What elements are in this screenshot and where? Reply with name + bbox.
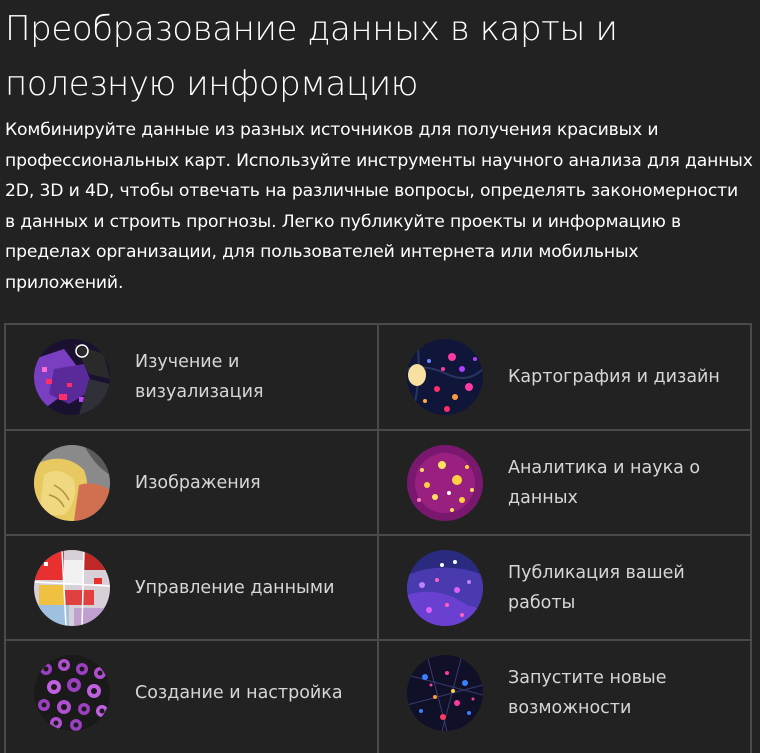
capability-tile-publishing[interactable]: Публикация вашей работы	[379, 536, 750, 640]
capabilities-grid: Изучение и визуализация Картография и ди…	[4, 323, 752, 753]
capability-tile-new-capabilities[interactable]: Запустите новые возможности	[379, 641, 750, 745]
page-description: Комбинируйте данные из разных источников…	[5, 120, 753, 293]
publishing-image	[407, 550, 483, 626]
cartography-design-image	[407, 339, 483, 415]
analytics-data-science-image	[407, 445, 483, 521]
capability-label: Изображения	[135, 473, 261, 493]
new-capabilities-image	[407, 655, 483, 731]
capability-label: Аналитика и наука о данных	[508, 458, 701, 508]
create-customize-image	[34, 655, 110, 731]
capability-tile-analytics[interactable]: Аналитика и наука о данных	[379, 431, 750, 535]
exploration-visualization-image	[34, 339, 110, 415]
capability-label: Создание и настройка	[135, 683, 343, 703]
capability-tile-data-management[interactable]: Управление данными	[6, 536, 377, 640]
capability-tile-exploration[interactable]: Изучение и визуализация	[6, 325, 377, 429]
capability-label: Управление данными	[135, 578, 335, 598]
page-title: Преобразование данных в карты и полезную…	[5, 9, 618, 104]
capability-label: Изучение и визуализация	[135, 352, 264, 402]
capability-tile-cartography[interactable]: Картография и дизайн	[379, 325, 750, 429]
capability-label: Запустите новые возможности	[508, 668, 667, 718]
capability-label: Картография и дизайн	[508, 367, 720, 387]
capability-label: Публикация вашей работы	[508, 563, 685, 613]
imagery-image	[34, 445, 110, 521]
capability-tile-imagery[interactable]: Изображения	[6, 431, 377, 535]
data-management-image	[34, 550, 110, 626]
capability-tile-create-customize[interactable]: Создание и настройка	[6, 641, 377, 745]
